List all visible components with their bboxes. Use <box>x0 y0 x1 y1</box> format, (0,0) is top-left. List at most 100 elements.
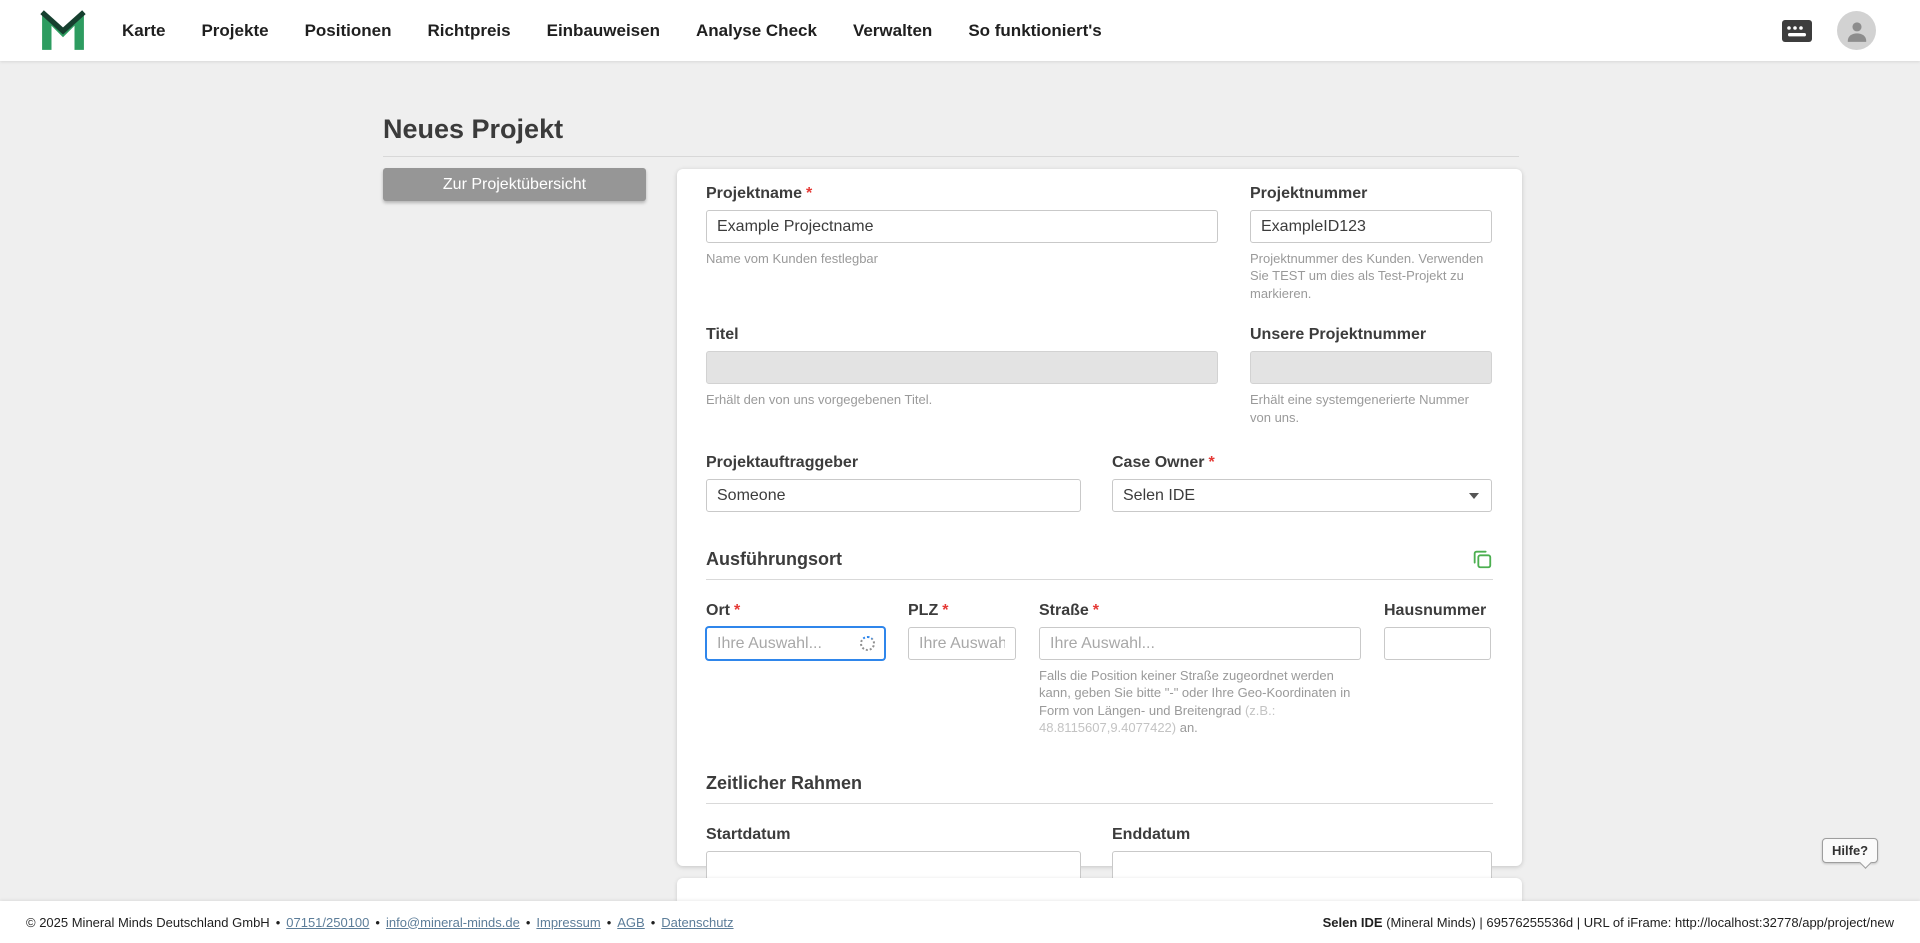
projektnummer-label-text: Projektnummer <box>1250 185 1368 202</box>
projektnummer-helper: Projektnummer des Kunden. Verwenden Sie … <box>1250 251 1484 301</box>
title-divider <box>383 156 1519 157</box>
section-head-ausfuehrungsort: Ausführungsort <box>706 548 1493 581</box>
nav-item-einbauweisen[interactable]: Einbauweisen <box>547 21 660 41</box>
projektname-helper: Name vom Kunden festlegbar <box>706 251 878 266</box>
ort-label-text: Ort <box>706 602 730 620</box>
section-title-zeitlicher-rahmen: Zeitlicher Rahmen <box>706 772 863 793</box>
projektauftraggeber-input[interactable] <box>706 479 1081 513</box>
field-case-owner: Case Owner * Selen IDE <box>1112 454 1492 513</box>
terminal-icon[interactable] <box>1781 19 1813 43</box>
field-plz: PLZ * <box>908 602 1016 737</box>
field-projektauftraggeber: Projektauftraggeber <box>706 454 1081 513</box>
unsere-projektnummer-label-text: Unsere Projektnummer <box>1250 326 1427 344</box>
enddatum-label: Enddatum <box>1112 826 1492 844</box>
mineral-minds-logo[interactable] <box>40 9 86 52</box>
startdatum-label: Startdatum <box>706 826 1081 844</box>
field-enddatum: Enddatum <box>1112 826 1492 884</box>
startdatum-label-text: Startdatum <box>706 825 791 843</box>
nav-item-so-funktionierts[interactable]: So funktioniert's <box>968 21 1101 41</box>
projektauftraggeber-label: Projektauftraggeber <box>706 454 1081 472</box>
new-project-form-card: Projektname* Name vom Kunden festlegbar … <box>677 169 1522 884</box>
nav-item-analyse-check[interactable]: Analyse Check <box>696 21 817 41</box>
unsere-projektnummer-label: Unsere Projektnummer <box>1250 326 1492 344</box>
section-head-zeitlicher-rahmen: Zeitlicher Rahmen <box>706 773 1493 804</box>
help-button[interactable]: Hilfe? <box>1822 838 1879 863</box>
required-asterisk: * <box>1092 602 1100 620</box>
unsere-projektnummer-helper: Erhält eine systemgenerierte Nummer von … <box>1250 392 1469 425</box>
next-section-card-sliver <box>677 878 1522 901</box>
field-startdatum: Startdatum <box>706 826 1081 884</box>
strasse-input[interactable] <box>1039 627 1361 661</box>
row-titel-unsere-projektnummer: Titel Erhält den von uns vorgegebenen Ti… <box>706 326 1493 426</box>
strasse-helper-main: Falls die Position keiner Straße zugeord… <box>1039 668 1351 718</box>
plz-input[interactable] <box>908 627 1016 661</box>
required-asterisk: * <box>942 602 949 620</box>
section-title-ausfuehrungsort: Ausführungsort <box>706 549 842 570</box>
footer-impressum-link[interactable]: Impressum <box>536 915 600 930</box>
ort-input[interactable] <box>706 627 885 661</box>
required-asterisk: * <box>734 602 741 620</box>
unsere-projektnummer-input <box>1250 351 1492 385</box>
strasse-helper: Falls die Position keiner Straße zugeord… <box>1039 667 1361 737</box>
field-titel: Titel Erhält den von uns vorgegebenen Ti… <box>706 326 1218 426</box>
hausnummer-input[interactable] <box>1384 627 1491 661</box>
projektname-input[interactable] <box>706 210 1218 243</box>
row-projektname-projektnummer: Projektname* Name vom Kunden festlegbar … <box>706 185 1493 302</box>
user-avatar[interactable] <box>1837 11 1876 50</box>
nav-item-projekte[interactable]: Projekte <box>201 21 268 41</box>
ort-input-wrap <box>706 627 885 661</box>
projektname-label-text: Projektname <box>706 185 803 202</box>
footer: © 2025 Mineral Minds Deutschland GmbH • … <box>0 901 1920 943</box>
projektnummer-input[interactable] <box>1250 210 1492 243</box>
strasse-label: Straße * <box>1039 602 1361 620</box>
strasse-helper-suffix: an. <box>1176 720 1198 736</box>
field-projektname: Projektname* Name vom Kunden festlegbar <box>706 185 1218 302</box>
navbar-right <box>1781 11 1876 50</box>
footer-separator: • <box>525 914 531 930</box>
footer-datenschutz-link[interactable]: Datenschutz <box>661 915 733 930</box>
nav-item-richtpreis[interactable]: Richtpreis <box>427 21 510 41</box>
footer-left: © 2025 Mineral Minds Deutschland GmbH • … <box>26 915 734 930</box>
row-auftraggeber-caseowner: Projektauftraggeber Case Owner* Selen ID… <box>706 454 1493 513</box>
footer-agb-link[interactable]: AGB <box>617 915 644 930</box>
projektnummer-label: Projektnummer <box>1250 185 1492 203</box>
loading-spinner-icon <box>860 635 875 651</box>
field-projektnummer: Projektnummer Projektnummer des Kunden. … <box>1250 185 1492 302</box>
required-asterisk: * <box>1208 454 1215 472</box>
plz-label: PLZ * <box>908 602 1016 620</box>
copyright-text: © 2025 Mineral Minds Deutschland GmbH <box>26 914 270 930</box>
field-ort: Ort * <box>706 602 885 737</box>
row-datum: Startdatum Enddatum <box>706 826 1493 884</box>
footer-session-info: Selen IDE (Mineral Minds) | 69576255536d… <box>1323 915 1894 930</box>
nav-item-karte[interactable]: Karte <box>122 21 165 41</box>
top-navbar: Karte Projekte Positionen Richtpreis Ein… <box>0 0 1920 61</box>
footer-separator: • <box>375 914 380 930</box>
session-details: (Mineral Minds) | 69576255536d | URL of … <box>1382 914 1894 930</box>
strasse-label-text: Straße <box>1039 602 1089 620</box>
projektauftraggeber-label-text: Projektauftraggeber <box>706 454 859 472</box>
copy-icon[interactable] <box>1471 548 1493 570</box>
case-owner-selected-value: Selen IDE <box>1123 486 1196 504</box>
ort-label: Ort * <box>706 602 885 620</box>
back-to-project-overview-button[interactable]: Zur Projektübersicht <box>383 168 646 201</box>
enddatum-label-text: Enddatum <box>1112 825 1191 843</box>
nav-item-positionen[interactable]: Positionen <box>305 21 392 41</box>
titel-label-text: Titel <box>706 326 739 344</box>
chevron-down-icon <box>1469 492 1479 499</box>
hausnummer-label: Hausnummer <box>1384 602 1491 620</box>
titel-label: Titel <box>706 326 1218 344</box>
row-adresse: Ort* PLZ* Straße* Falls die Position kei… <box>706 602 1493 737</box>
footer-phone-link[interactable]: 07151/250100 <box>286 915 369 930</box>
footer-separator: • <box>606 914 612 930</box>
session-user: Selen IDE <box>1322 914 1383 930</box>
hausnummer-label-text: Hausnummer <box>1384 602 1487 620</box>
main-nav: Karte Projekte Positionen Richtpreis Ein… <box>122 21 1102 41</box>
footer-separator: • <box>650 914 656 930</box>
nav-item-verwalten[interactable]: Verwalten <box>853 21 932 41</box>
case-owner-select[interactable]: Selen IDE <box>1112 479 1492 513</box>
plz-label-text: PLZ <box>908 602 939 620</box>
titel-helper: Erhält den von uns vorgegebenen Titel. <box>706 392 933 408</box>
person-icon <box>1847 21 1866 42</box>
footer-email-link[interactable]: info@mineral-minds.de <box>386 915 520 930</box>
field-hausnummer: Hausnummer <box>1384 602 1491 737</box>
